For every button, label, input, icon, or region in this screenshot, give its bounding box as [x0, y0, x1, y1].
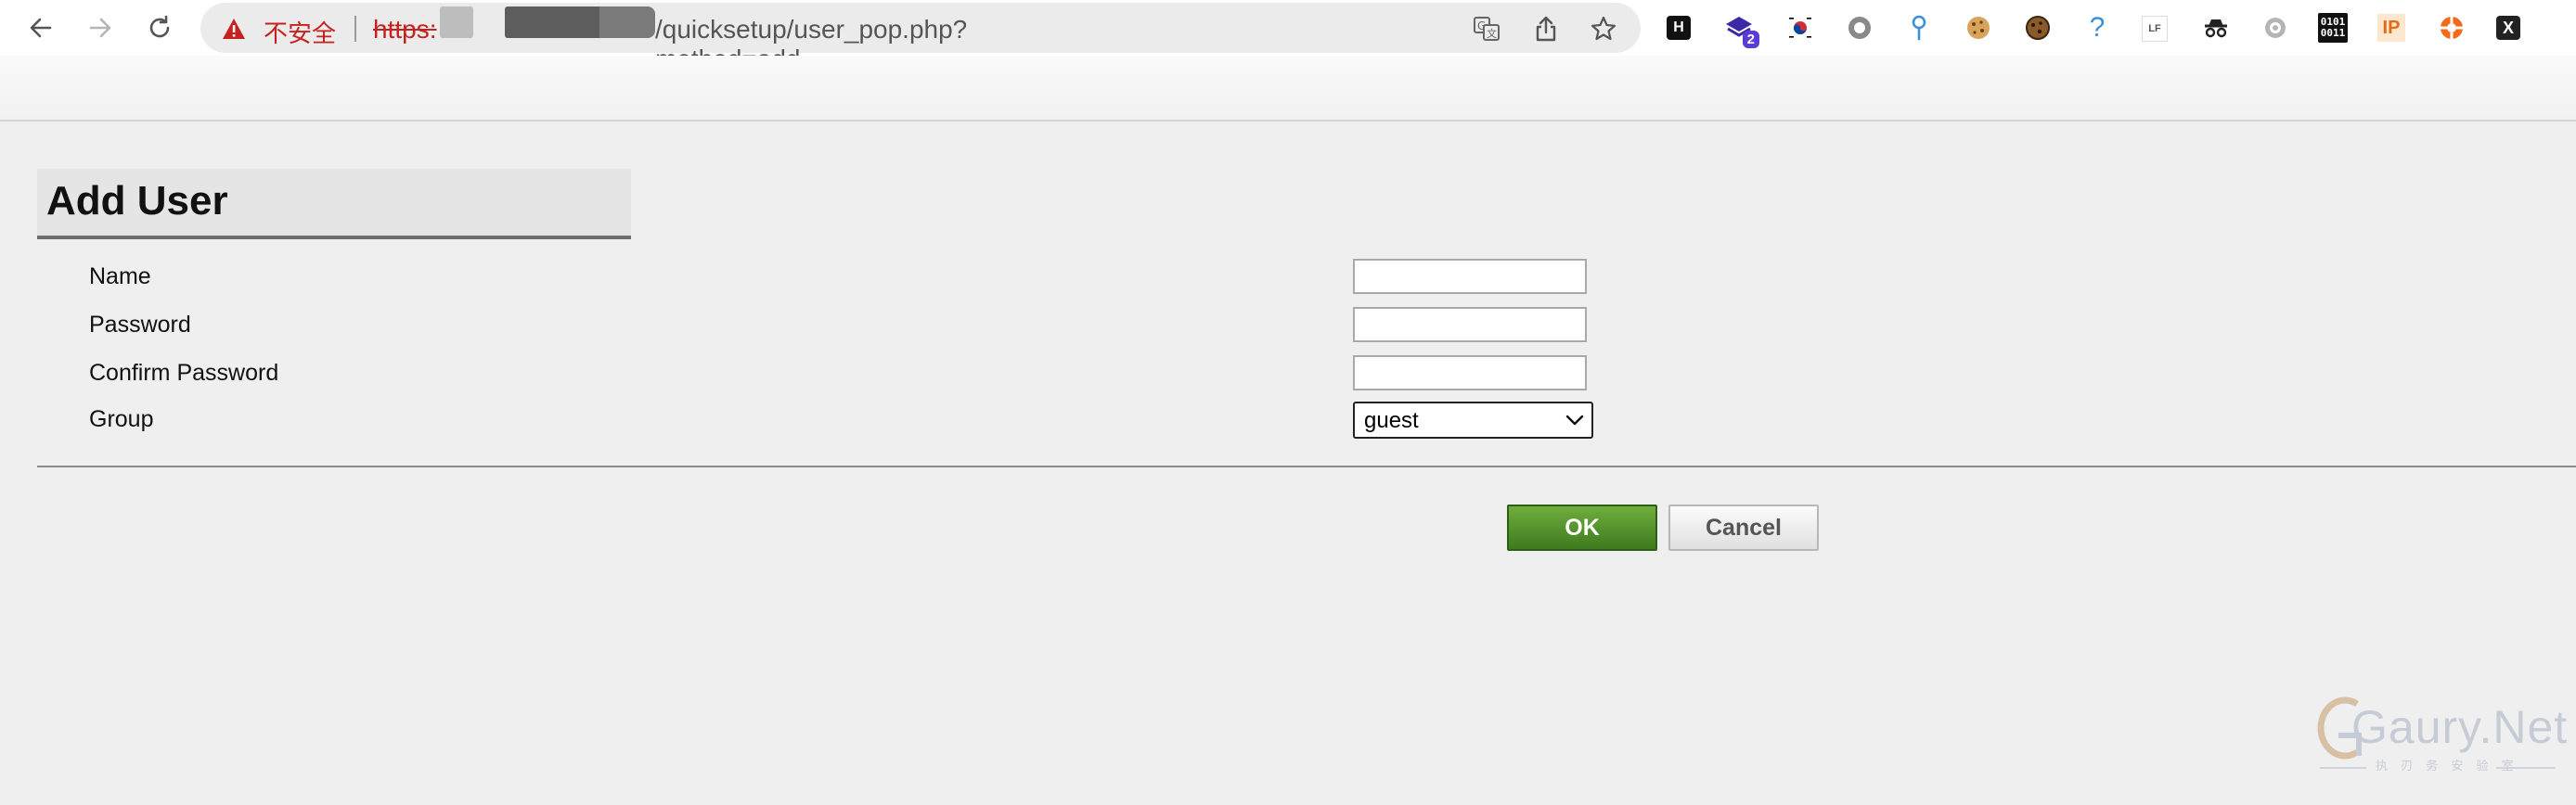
ok-button-label: OK: [1565, 514, 1600, 541]
lifebuoy-icon: [2441, 17, 2463, 39]
page-title-box: Add User: [37, 169, 631, 239]
gear-extension-icon[interactable]: [2260, 13, 2290, 43]
question-extension-label: ?: [2089, 12, 2106, 43]
group-select[interactable]: guest: [1353, 402, 1593, 439]
password-input[interactable]: [1353, 307, 1587, 342]
circle-extension-icon[interactable]: [1845, 13, 1874, 43]
watermark-line: [2320, 767, 2366, 769]
watermark-subtitle: 执 刃 务 安 验 室: [2376, 760, 2518, 773]
cookie-icon: [1967, 17, 1990, 39]
redacted-host-part: [440, 6, 473, 38]
question-extension-icon[interactable]: ?: [2082, 12, 2112, 43]
circle-icon: [1848, 17, 1871, 39]
redacted-host-part: [599, 6, 655, 38]
ok-button[interactable]: OK: [1507, 505, 1657, 551]
pin-icon: [1912, 15, 1926, 41]
form-divider: [37, 466, 2576, 467]
reload-button[interactable]: [141, 9, 178, 46]
share-button[interactable]: [1531, 14, 1561, 44]
incognito-icon: [2205, 19, 2227, 38]
back-button[interactable]: [22, 9, 59, 46]
x-extension-label: X: [2502, 18, 2514, 37]
x-extension-icon[interactable]: X: [2496, 16, 2520, 40]
hackbar-extension-label: H: [1673, 19, 1684, 35]
url-scheme: https:: [373, 15, 437, 44]
cancel-button[interactable]: Cancel: [1668, 505, 1819, 551]
lf-extension-label: LF: [2148, 23, 2161, 34]
bookmark-button[interactable]: [1589, 14, 1618, 44]
share-icon: [1536, 16, 1556, 42]
svg-text:文: 文: [1487, 27, 1497, 40]
cookie-extension-icon[interactable]: [1964, 13, 1993, 43]
confirm-password-label: Confirm Password: [89, 360, 279, 386]
name-label: Name: [89, 263, 151, 289]
pin-extension-icon[interactable]: [1904, 13, 1934, 43]
translate-button[interactable]: G 文: [1472, 14, 1501, 44]
group-label: Group: [89, 406, 154, 432]
lifebuoy-extension-icon[interactable]: [2437, 13, 2467, 43]
cookie-editor-extension-icon[interactable]: [2023, 13, 2053, 43]
binary-extension-label: 0101 0011: [2320, 16, 2346, 39]
watermark: Gaury.Net 执 刃 务 安 验 室: [2311, 691, 2567, 779]
password-label: Password: [89, 312, 191, 338]
confirm-password-input[interactable]: [1353, 355, 1587, 390]
browser-subbar: [0, 56, 2576, 121]
watermark-text: Gaury.Net: [2351, 701, 2569, 753]
extension-badge: 2: [1742, 31, 1759, 48]
lf-extension-icon[interactable]: LF: [2142, 16, 2168, 42]
omnibox-separator: [354, 16, 356, 42]
address-bar[interactable]: 不安全 https: /quicksetup/user_pop.php?meth…: [200, 3, 1641, 73]
reload-icon: [149, 15, 170, 38]
translate-icon: G 文: [1474, 17, 1500, 41]
warning-icon: [223, 19, 245, 39]
forward-button[interactable]: [82, 9, 119, 46]
browser-toolbar: 不安全 https: /quicksetup/user_pop.php?meth…: [0, 0, 2576, 73]
binary-extension-icon[interactable]: 0101 0011: [2318, 13, 2348, 43]
korea-flag-extension-icon[interactable]: [1785, 13, 1815, 43]
cancel-button-label: Cancel: [1706, 514, 1782, 541]
cookie-editor-icon: [2026, 16, 2050, 40]
ip-extension-label: IP: [2382, 17, 2401, 38]
incognito-extension-icon[interactable]: [2201, 13, 2231, 43]
chevron-down-icon: [1565, 415, 1584, 426]
layers-extension-icon[interactable]: 2: [1724, 13, 1759, 48]
group-select-value: guest: [1364, 408, 1419, 433]
back-arrow-icon: [30, 18, 52, 38]
forward-arrow-icon: [89, 18, 111, 38]
ip-extension-icon[interactable]: IP: [2377, 14, 2405, 42]
korea-flag-icon: [1789, 18, 1811, 38]
star-icon: [1591, 16, 1616, 41]
watermark-line: [2496, 767, 2556, 769]
hackbar-extension-icon[interactable]: H: [1667, 16, 1691, 40]
not-secure-label[interactable]: 不安全: [264, 15, 336, 49]
gear-icon: [2265, 18, 2286, 38]
page-title: Add User: [46, 178, 228, 224]
name-input[interactable]: [1353, 259, 1587, 294]
